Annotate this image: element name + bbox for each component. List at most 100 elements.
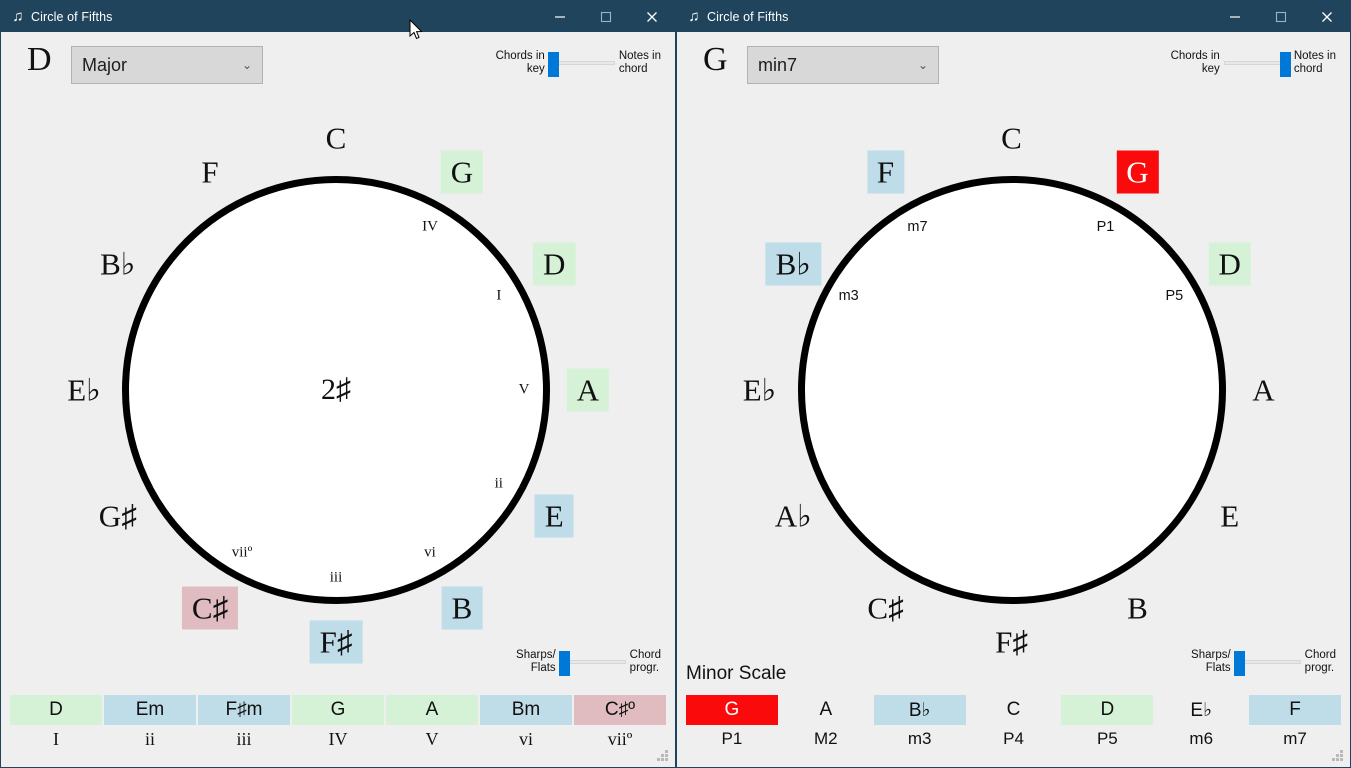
- top-slider-thumb[interactable]: [547, 52, 559, 77]
- chord-degree-cell: vi: [518, 728, 533, 749]
- minimize-button[interactable]: [1212, 1, 1258, 32]
- circle-note-D[interactable]: D: [1208, 242, 1251, 286]
- bottom-slider-left-label: Sharps/ Flats: [1191, 649, 1231, 674]
- chord-cell[interactable]: E♭: [1155, 695, 1247, 725]
- circle-note-B[interactable]: B: [1117, 587, 1158, 630]
- mode-select[interactable]: min7 ⌄: [747, 46, 939, 84]
- circle-note-B[interactable]: B♭: [90, 243, 145, 286]
- circle-degree-label: P5: [1165, 288, 1184, 304]
- chord-cell[interactable]: B♭: [873, 695, 966, 725]
- chord-degree-cell: m3: [907, 729, 932, 748]
- chord-degree-cell: viiº: [607, 728, 633, 749]
- grip-dot: [657, 758, 660, 761]
- grip-dot: [1336, 754, 1339, 757]
- circle-note-A[interactable]: A: [1242, 369, 1284, 412]
- top-slider-track[interactable]: [1223, 52, 1291, 77]
- bottom-slider-track[interactable]: [1233, 651, 1301, 676]
- chord-cell[interactable]: Em: [104, 695, 196, 725]
- bottom-slider-right-label: Chord progr.: [1304, 649, 1336, 674]
- grip-dot: [1332, 758, 1335, 761]
- chord-cell[interactable]: G: [686, 695, 778, 725]
- client-area-right: Gmin7 ⌄ Chords in key Notes in chord C G D A E B F…: [677, 32, 1350, 767]
- circle-note-C[interactable]: C: [316, 117, 357, 160]
- circle-note-C[interactable]: C♯: [181, 586, 239, 630]
- resize-grip[interactable]: [1331, 749, 1344, 762]
- top-slider-thumb[interactable]: [1279, 52, 1291, 77]
- top-slider-track[interactable]: [547, 52, 615, 77]
- circle-note-D[interactable]: D: [533, 242, 576, 286]
- grip-dot: [665, 750, 668, 753]
- circle-note-E[interactable]: E♭: [733, 369, 787, 412]
- table-row: E♭ m6: [1155, 695, 1247, 753]
- circle-degree-label: m3: [838, 288, 859, 304]
- bottom-slider-thumb[interactable]: [558, 651, 570, 676]
- chord-cell[interactable]: C: [968, 695, 1060, 725]
- key-root-letter: G: [703, 41, 728, 78]
- circle-note-G[interactable]: G♯: [89, 495, 147, 538]
- chord-cell[interactable]: C♯º: [574, 695, 666, 725]
- maximize-button[interactable]: [583, 1, 629, 32]
- circle-degree-label: viiº: [231, 544, 253, 561]
- circle-note-E[interactable]: E♭: [57, 369, 111, 412]
- circle-note-C[interactable]: C: [991, 117, 1032, 160]
- circle-note-E[interactable]: E: [1210, 495, 1249, 538]
- chord-cell[interactable]: G: [292, 695, 384, 725]
- circle-degree-label: iii: [329, 569, 343, 586]
- window-left: ♫ Circle of Fifths D Major ⌄ Chords in key Not…: [0, 0, 676, 768]
- circle-degree-label: V: [518, 381, 530, 398]
- top-slider-left-label: Chords in key: [1170, 50, 1220, 75]
- bottom-slider-thumb[interactable]: [1233, 651, 1245, 676]
- maximize-button[interactable]: [1258, 1, 1304, 32]
- window-controls: [1212, 1, 1350, 32]
- chord-cell[interactable]: F: [1249, 695, 1342, 725]
- window-title: Circle of Fifths: [31, 9, 113, 24]
- circle-note-C[interactable]: C♯: [857, 587, 913, 630]
- chord-cell[interactable]: D: [10, 695, 102, 725]
- chord-table: G P1 A M2 B♭ m3 C P4 D P5 E♭ m6 Fm7: [686, 695, 1342, 753]
- circle-note-F[interactable]: F: [866, 150, 905, 194]
- chord-degree-cell: V: [425, 728, 439, 749]
- close-button[interactable]: [629, 1, 675, 32]
- table-row: Fm7: [1249, 695, 1342, 753]
- chord-cell[interactable]: Bm: [480, 695, 572, 725]
- circle-note-E[interactable]: E: [534, 494, 574, 538]
- mode-select-value: min7: [758, 54, 798, 75]
- chord-cell[interactable]: D: [1061, 695, 1154, 725]
- music-note-icon: ♫: [688, 8, 700, 25]
- table-row: G P1: [686, 695, 778, 753]
- top-slider-right-label: Notes in chord: [1293, 50, 1336, 75]
- top-slider-right-label: Notes in chord: [618, 50, 661, 75]
- close-button[interactable]: [1304, 1, 1350, 32]
- table-row: C♯º viiº: [574, 695, 666, 753]
- chord-degree-cell: P1: [721, 729, 743, 748]
- chord-cell[interactable]: F♯m: [198, 695, 290, 725]
- titlebar-right: ♫ Circle of Fifths: [677, 1, 1350, 32]
- circle-note-G[interactable]: G: [1116, 150, 1159, 194]
- circle-note-G[interactable]: G: [440, 150, 484, 194]
- circle-note-F[interactable]: F♯: [985, 621, 1038, 664]
- table-row: G IV: [292, 695, 384, 753]
- circle-note-F[interactable]: F: [191, 150, 228, 193]
- circle-degree-label: I: [496, 287, 502, 304]
- resize-grip[interactable]: [656, 749, 669, 762]
- bottom-slider-left-label: Sharps/ Flats: [516, 649, 556, 674]
- chord-degree-cell: P5: [1096, 729, 1118, 748]
- circle-note-A[interactable]: A♭: [765, 495, 822, 538]
- bottom-slider-track[interactable]: [558, 651, 626, 676]
- mode-select[interactable]: Major ⌄: [71, 46, 263, 84]
- circle-note-A[interactable]: A: [566, 368, 610, 412]
- circle-note-B[interactable]: B♭: [765, 242, 821, 286]
- circle-note-B[interactable]: B: [441, 586, 483, 630]
- chord-cell[interactable]: A: [780, 695, 872, 725]
- minimize-button[interactable]: [537, 1, 583, 32]
- circle-of-fifths: [797, 176, 1226, 604]
- circle-note-F[interactable]: F♯: [309, 620, 363, 664]
- table-row: AV: [386, 695, 478, 753]
- table-row: Em ii: [104, 695, 196, 753]
- chord-degree-cell: m7: [1283, 729, 1307, 748]
- bottom-slider-right-label: Chord progr.: [629, 649, 661, 674]
- grip-dot: [1340, 758, 1343, 761]
- chord-degree-cell: ii: [144, 728, 155, 749]
- grip-dot: [1336, 758, 1339, 761]
- chord-cell[interactable]: A: [386, 695, 478, 725]
